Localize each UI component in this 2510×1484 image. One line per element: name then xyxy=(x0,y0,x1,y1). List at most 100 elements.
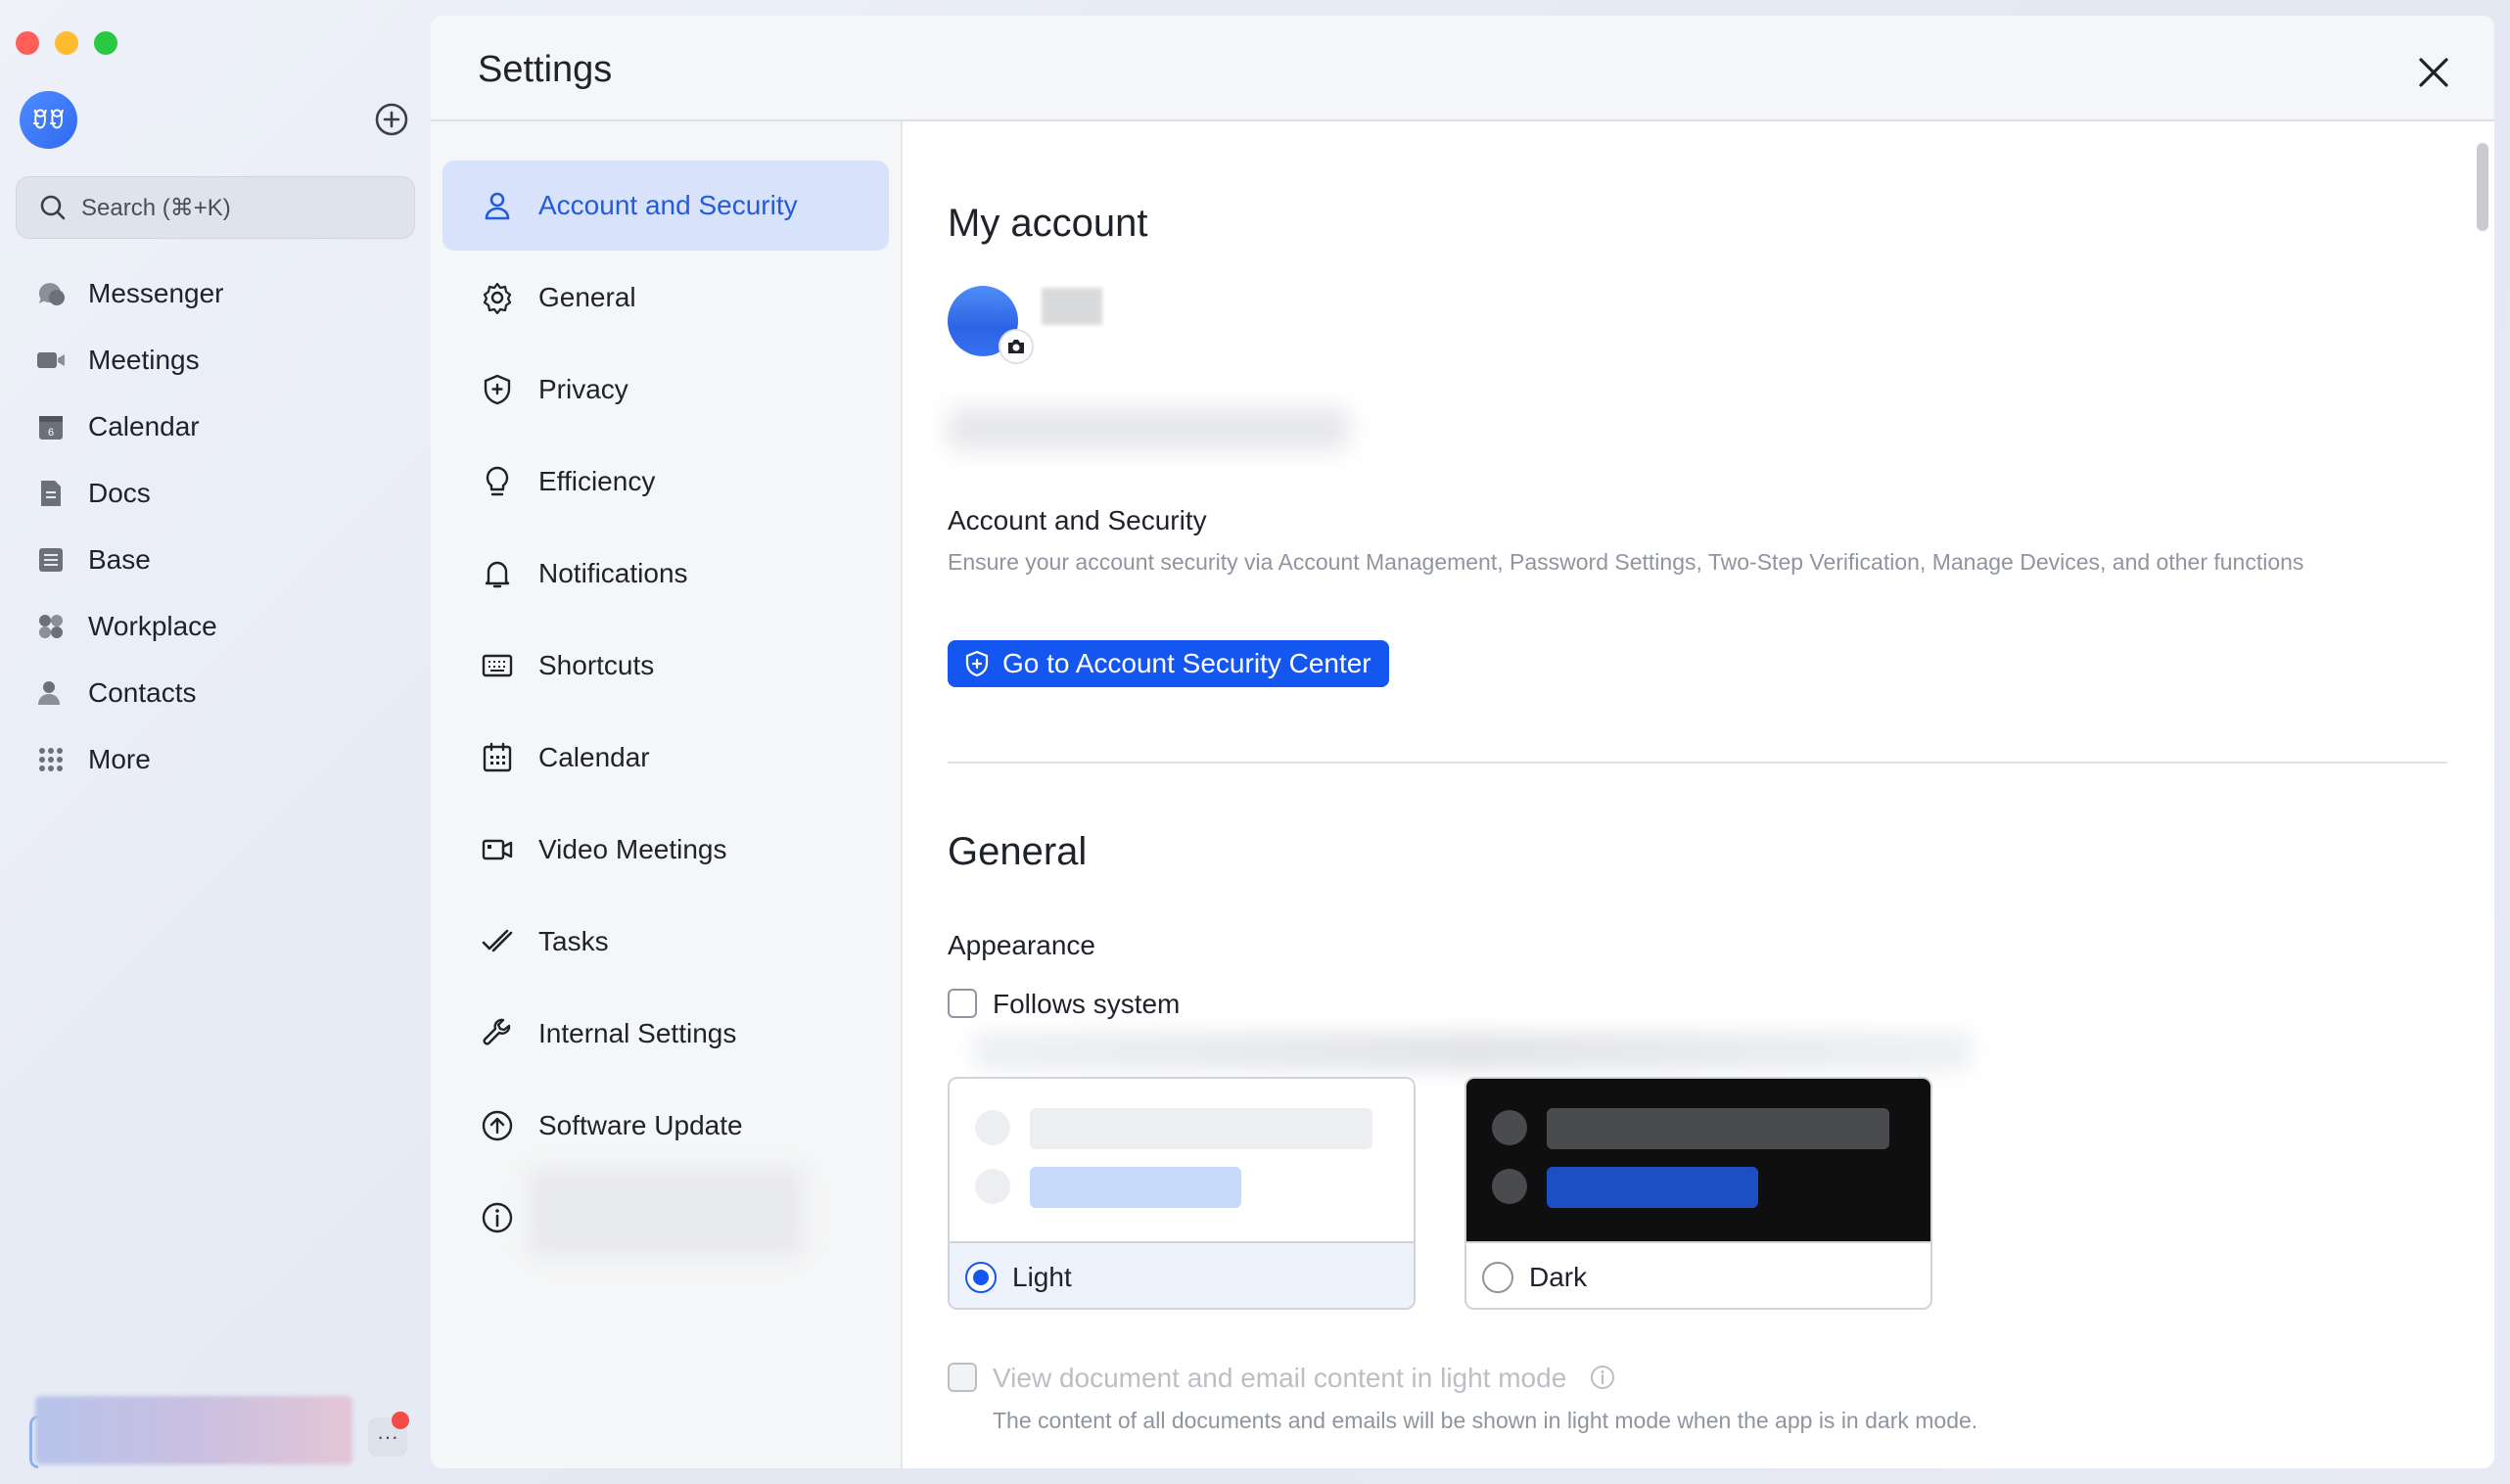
svg-text:6: 6 xyxy=(48,427,54,439)
account-security-description: Ensure your account security via Account… xyxy=(948,549,2304,575)
minimize-window-button[interactable] xyxy=(55,31,78,55)
light-theme-footer: Light xyxy=(950,1241,1414,1308)
appearance-title: Appearance xyxy=(948,930,1096,960)
settings-nav: Account and Security General Privacy Eff… xyxy=(431,121,903,1468)
settings-content: My account Account and Security Ensure y… xyxy=(905,121,2494,1468)
dark-theme-footer: Dark xyxy=(1466,1241,1930,1308)
account-security-button-label: Go to Account Security Center xyxy=(1002,648,1371,678)
close-window-button[interactable] xyxy=(16,31,39,55)
maximize-window-button[interactable] xyxy=(94,31,117,55)
settings-nav-label: Internal Settings xyxy=(538,1018,737,1048)
settings-nav-label: Efficiency xyxy=(538,466,656,496)
profile-detail-blurred xyxy=(948,407,1349,450)
settings-nav-general[interactable]: General xyxy=(442,253,889,343)
settings-nav-label: Shortcuts xyxy=(538,650,655,680)
close-icon[interactable] xyxy=(2412,51,2455,94)
settings-nav-notifications[interactable]: Notifications xyxy=(442,529,889,619)
page-title: Settings xyxy=(478,49,613,90)
sidebar-label: Contacts xyxy=(88,677,197,708)
general-heading: General xyxy=(948,830,1088,873)
wrench-icon xyxy=(480,1016,515,1051)
gear-icon xyxy=(480,280,515,315)
search-placeholder: Search (⌘+K) xyxy=(81,194,231,221)
settings-nav-label: Tasks xyxy=(538,926,609,956)
shield-icon xyxy=(480,372,515,407)
settings-nav-label: General xyxy=(538,282,636,312)
bell-icon xyxy=(480,556,515,591)
light-theme-card[interactable]: Light xyxy=(948,1077,1416,1310)
sidebar-label: Messenger xyxy=(88,278,224,308)
contacts-icon xyxy=(35,677,67,709)
add-icon[interactable] xyxy=(374,102,409,137)
settings-nav-account-security[interactable]: Account and Security xyxy=(442,161,889,251)
light-theme-label: Light xyxy=(1012,1262,1072,1292)
settings-nav-label: Software Update xyxy=(538,1110,743,1140)
follows-system-hint-blurred xyxy=(973,1032,1972,1071)
video-camera-icon xyxy=(35,345,67,376)
light-docs-label: View document and email content in light… xyxy=(993,1363,1567,1393)
lightbulb-icon xyxy=(480,464,515,499)
sidebar-item-meetings[interactable]: Meetings xyxy=(0,327,431,394)
sidebar-label: Docs xyxy=(88,478,151,508)
user-avatar[interactable]: ꀄꀄ xyxy=(20,91,77,149)
workspace-switcher[interactable] xyxy=(35,1396,352,1464)
light-docs-checkbox[interactable] xyxy=(948,1363,977,1392)
settings-nav-shortcuts[interactable]: Shortcuts xyxy=(442,621,889,711)
account-security-title: Account and Security xyxy=(948,505,1207,535)
profile-name-blurred xyxy=(1042,288,1102,325)
sidebar-label: Base xyxy=(88,544,151,575)
sidebar-label: Meetings xyxy=(88,345,200,375)
settings-nav-label: Notifications xyxy=(538,558,688,588)
calendar-icon xyxy=(480,740,515,775)
section-divider xyxy=(948,762,2447,764)
sidebar-item-more[interactable]: More xyxy=(0,726,431,793)
settings-nav-label: Calendar xyxy=(538,742,650,772)
settings-nav-privacy[interactable]: Privacy xyxy=(442,345,889,435)
more-dots-icon xyxy=(35,744,67,775)
dark-theme-radio[interactable] xyxy=(1482,1262,1513,1293)
sidebar-item-docs[interactable]: Docs xyxy=(0,460,431,527)
light-theme-preview xyxy=(950,1079,1414,1241)
keyboard-icon xyxy=(480,648,515,683)
settings-nav-software-update[interactable]: Software Update xyxy=(442,1081,889,1171)
search-icon xyxy=(40,195,66,220)
sidebar-item-calendar[interactable]: 6 Calendar xyxy=(0,394,431,460)
sidebar-item-workplace[interactable]: Workplace xyxy=(0,593,431,660)
sidebar-label: Calendar xyxy=(88,411,200,441)
app-window: ꀄꀄ Search (⌘+K) Messenger Meetings 6 Cal… xyxy=(0,0,2510,1484)
sidebar-item-messenger[interactable]: Messenger xyxy=(0,260,431,327)
info-icon xyxy=(480,1200,515,1235)
settings-nav-efficiency[interactable]: Efficiency xyxy=(442,437,889,527)
content-scrollbar[interactable] xyxy=(2477,143,2488,231)
sidebar-label: More xyxy=(88,744,151,774)
info-icon[interactable] xyxy=(1590,1365,1615,1390)
follows-system-label: Follows system xyxy=(993,989,1181,1019)
upload-circle-icon xyxy=(480,1108,515,1143)
sidebar-item-base[interactable]: Base xyxy=(0,527,431,593)
settings-nav-calendar[interactable]: Calendar xyxy=(442,713,889,803)
chat-bubble-icon xyxy=(35,278,67,309)
settings-nav-tasks[interactable]: Tasks xyxy=(442,897,889,987)
light-docs-note: The content of all documents and emails … xyxy=(993,1408,1978,1433)
my-account-heading: My account xyxy=(948,202,1148,245)
shield-plus-icon xyxy=(965,650,989,677)
dark-theme-card[interactable]: Dark xyxy=(1464,1077,1932,1310)
account-security-center-button[interactable]: Go to Account Security Center xyxy=(948,640,1389,687)
settings-nav-video-meetings[interactable]: Video Meetings xyxy=(442,805,889,895)
notification-dot xyxy=(392,1412,409,1429)
calendar-icon: 6 xyxy=(35,411,67,442)
base-table-icon xyxy=(35,544,67,576)
app-sidebar-nav: Messenger Meetings 6 Calendar Docs Base … xyxy=(0,260,431,793)
sidebar-label: Workplace xyxy=(88,611,217,641)
camera-icon[interactable] xyxy=(999,329,1034,364)
settings-nav-label: Privacy xyxy=(538,374,628,404)
light-theme-radio[interactable] xyxy=(965,1262,997,1293)
dark-theme-label: Dark xyxy=(1529,1262,1588,1292)
settings-nav-label: Account and Security xyxy=(538,190,798,220)
sidebar-item-contacts[interactable]: Contacts xyxy=(0,660,431,726)
video-icon xyxy=(480,832,515,867)
settings-header: Settings xyxy=(431,16,2494,121)
follows-system-checkbox[interactable] xyxy=(948,989,977,1018)
settings-nav-internal-settings[interactable]: Internal Settings xyxy=(442,989,889,1079)
search-input[interactable]: Search (⌘+K) xyxy=(16,176,415,239)
